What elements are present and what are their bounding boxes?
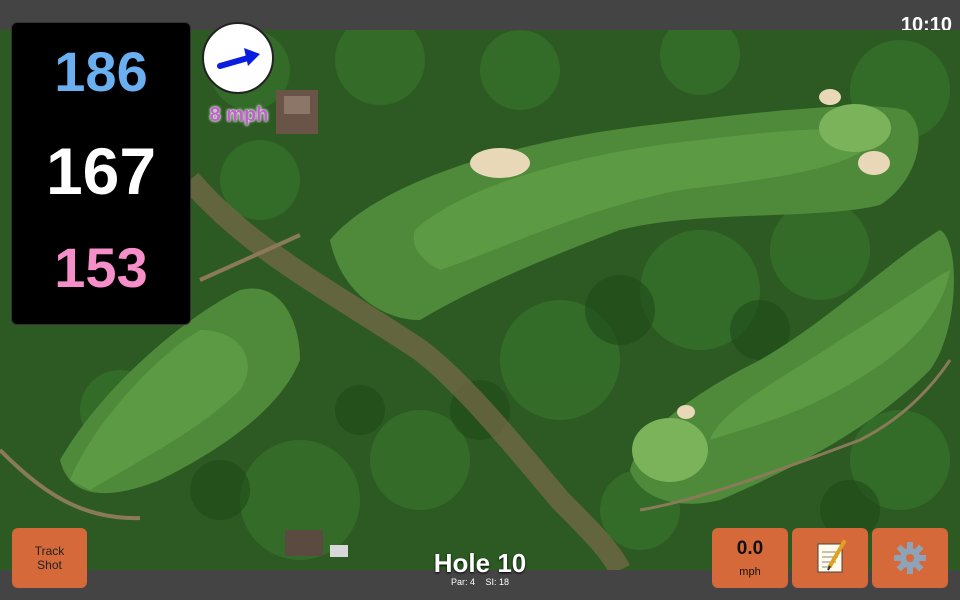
- wind-direction-indicator: [202, 22, 274, 94]
- wind-speed-button[interactable]: 0.0 mph: [712, 528, 788, 588]
- arrow-east-northeast-icon: [217, 48, 260, 69]
- wind-speed-unit: mph: [739, 566, 761, 578]
- gear-icon: [894, 542, 926, 574]
- track-shot-label-line2: Shot: [37, 558, 62, 572]
- settings-button[interactable]: [872, 528, 948, 588]
- hole-title: Hole 10: [433, 548, 527, 578]
- middle-distance: 167: [45, 134, 157, 208]
- track-shot-button[interactable]: Track Shot: [12, 528, 87, 588]
- notes-button[interactable]: [792, 528, 868, 588]
- hole-details: Par: 4 SI: 18: [380, 577, 580, 587]
- par-label: Par: 4: [450, 577, 475, 587]
- distance-panel: 186 167 153: [11, 22, 191, 325]
- wind-speed-text: 8 mph: [209, 104, 269, 126]
- track-shot-label-line1: Track: [34, 544, 65, 558]
- wind-speed-label: 8 mph: [196, 104, 282, 127]
- front-distance: 153: [54, 236, 148, 299]
- back-distance: 186: [54, 40, 148, 103]
- stroke-index-label: SI: 18: [485, 577, 510, 587]
- wind-speed-value: 0.0: [736, 538, 764, 559]
- notepad-icon: [817, 540, 846, 573]
